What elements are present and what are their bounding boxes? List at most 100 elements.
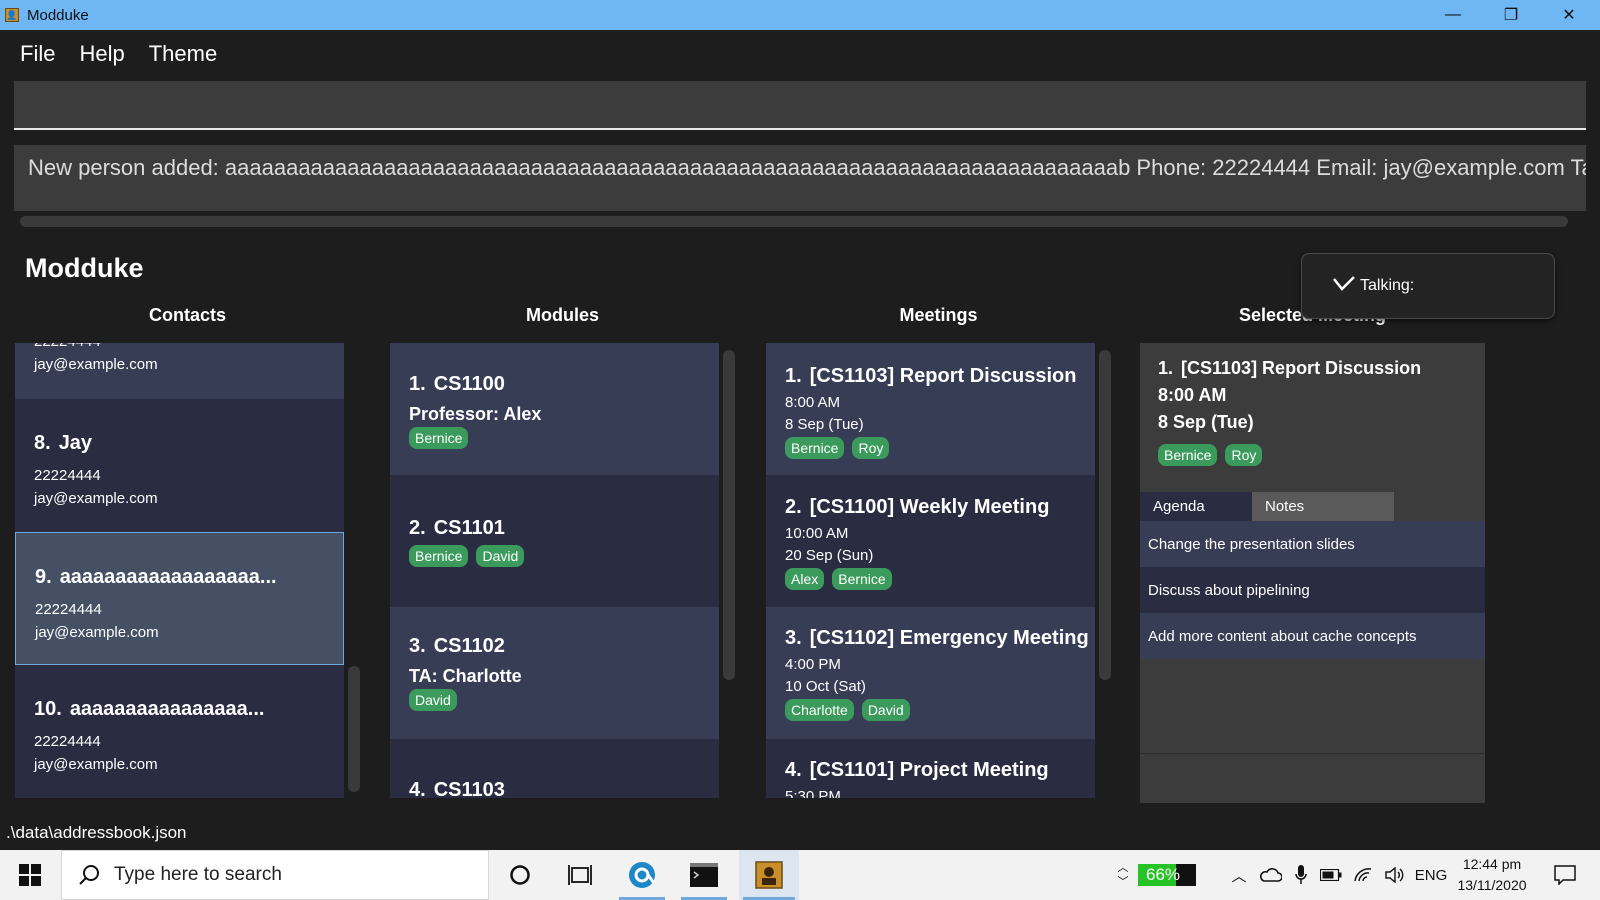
agenda-item[interactable]: Change the presentation slides: [1140, 521, 1485, 567]
app-icon: 👤: [5, 8, 19, 22]
minimize-icon: —: [1445, 6, 1461, 23]
tag: David: [476, 545, 525, 567]
module-code: 4. CS1103: [409, 779, 505, 798]
search-input[interactable]: [114, 864, 434, 886]
tab-agenda[interactable]: Agenda: [1140, 492, 1252, 521]
meeting-date: 8 Sep (Tue): [785, 416, 864, 433]
start-button[interactable]: [0, 850, 60, 900]
tag: Bernice: [1158, 444, 1218, 466]
close-icon: ✕: [1562, 7, 1576, 24]
task-view-icon: [568, 865, 592, 885]
language-indicator[interactable]: ENG: [1412, 850, 1450, 900]
contact-card[interactable]: 8. Jay 22224444 jay@example.com: [15, 399, 344, 532]
wifi-icon[interactable]: [1348, 850, 1378, 900]
contact-card[interactable]: 10. aaaaaaaaaaaaaaaa... 22224444 jay@exam…: [15, 665, 344, 798]
contact-email: jay@example.com: [34, 490, 158, 507]
module-tags: David: [409, 689, 457, 711]
meeting-title: 2. [CS1100] Weekly Meeting: [785, 496, 1050, 518]
clock-time: 12:44 pm: [1462, 856, 1522, 872]
modules-title: Modules: [525, 305, 599, 325]
meeting-title: 1. [CS1103] Report Discussion: [785, 365, 1077, 387]
chevron-up-icon: ︿: [1231, 867, 1247, 885]
menu-help[interactable]: Help: [79, 41, 124, 67]
tab-notes[interactable]: Notes: [1252, 492, 1394, 521]
battery-icon[interactable]: [1316, 850, 1346, 900]
contacts-scrollbar[interactable]: [348, 666, 360, 792]
menu-file[interactable]: File: [20, 41, 55, 67]
minimize-button[interactable]: —: [1424, 0, 1482, 30]
module-card[interactable]: 4. CS1103: [390, 739, 719, 798]
meetings-list: 1. [CS1103] Report Discussion 8:00 AM 8 S…: [766, 343, 1095, 798]
meeting-card[interactable]: 2. [CS1100] Weekly Meeting 10:00 AM 20 Se…: [766, 475, 1095, 607]
selected-meeting-tabs: Agenda Notes: [1140, 492, 1485, 521]
agenda-item[interactable]: Add more content about cache concepts: [1140, 613, 1485, 659]
contact-card-selected[interactable]: 9. aaaaaaaaaaaaaaaaaa... 22224444 jay@exa…: [15, 532, 344, 665]
meeting-date: 10 Oct (Sat): [785, 678, 866, 695]
agenda-item[interactable]: Discuss about pipelining: [1140, 567, 1485, 613]
taskbar: ︿ ﹀ 66% ︿ ENG 12:44 pm 13/11/2020: [0, 850, 1600, 900]
restore-icon: ❐: [1503, 7, 1519, 24]
meeting-card[interactable]: 1. [CS1103] Report Discussion 8:00 AM 8 S…: [766, 343, 1095, 475]
chevron-down-icon: ﹀: [1117, 876, 1129, 888]
show-hidden-icons[interactable]: ︿: [1224, 850, 1254, 900]
task-view-button[interactable]: [555, 850, 605, 900]
restore-button[interactable]: ❐: [1482, 0, 1540, 30]
module-tags: Bernice: [409, 427, 469, 449]
command-input[interactable]: [14, 81, 1586, 128]
taskbar-clock[interactable]: 12:44 pm 13/11/2020: [1452, 854, 1532, 896]
volume-icon[interactable]: [1380, 850, 1410, 900]
taskbar-app-modduke[interactable]: [739, 850, 799, 900]
cortana-button[interactable]: [495, 850, 545, 900]
windows-icon: [19, 864, 41, 886]
module-staff: Professor: Alex: [409, 404, 542, 424]
result-text: New person added: aaaaaaaaaaaaaaaaaaaaaa…: [28, 155, 1586, 180]
module-card[interactable]: 2. CS1101 Bernice David: [390, 475, 719, 607]
tag: Alex: [785, 568, 825, 590]
window-title: Modduke: [27, 6, 89, 24]
module-code: 3. CS1102: [409, 635, 505, 657]
meeting-tags: Charlotte David: [785, 699, 910, 721]
contact-name: 9. aaaaaaaaaaaaaaaaaa...: [35, 566, 277, 588]
menu-theme[interactable]: Theme: [149, 41, 217, 67]
meeting-time: 8:00 AM: [785, 394, 841, 411]
meeting-card[interactable]: 3. [CS1102] Emergency Meeting 4:00 PM 10 …: [766, 607, 1095, 739]
result-horizontal-scrollbar[interactable]: [20, 216, 1568, 227]
contact-name: 10. aaaaaaaaaaaaaaaa...: [34, 698, 265, 720]
meeting-tags: Bernice Roy: [785, 437, 890, 459]
microphone-icon[interactable]: [1288, 850, 1314, 900]
taskbar-app-browser[interactable]: [615, 850, 669, 900]
modduke-icon: [755, 861, 783, 889]
notification-center-button[interactable]: [1545, 850, 1585, 900]
module-card[interactable]: 3. CS1102 TA: Charlotte David: [390, 607, 719, 739]
tray-scroll-arrows[interactable]: ︿ ﹀: [1112, 850, 1134, 900]
contacts-title: Contacts: [148, 305, 226, 325]
taskbar-search[interactable]: [61, 850, 489, 900]
meetings-scrollbar[interactable]: [1099, 350, 1111, 680]
meeting-card[interactable]: 4. [CS1101] Project Meeting 5:30 PM: [766, 739, 1095, 798]
tag: David: [409, 689, 457, 711]
notification-icon: [1554, 865, 1576, 885]
meetings-title: Meetings: [899, 305, 978, 325]
close-button[interactable]: ✕: [1540, 0, 1598, 30]
module-tags: Bernice David: [409, 545, 525, 567]
chevron-down-icon: [1332, 275, 1356, 297]
tag: Roy: [852, 437, 890, 459]
battery-fill: 66%: [1138, 864, 1180, 886]
onedrive-icon[interactable]: [1256, 850, 1286, 900]
module-card[interactable]: 1. CS1100 Professor: Alex Bernice: [390, 343, 719, 475]
contacts-list: 22224444 jay@example.com 8.Jay 22224444 …: [15, 343, 344, 798]
modules-scrollbar[interactable]: [723, 350, 735, 680]
tag: Roy: [1225, 444, 1263, 466]
meeting-time: 10:00 AM: [785, 525, 849, 542]
selected-meeting-time: 8:00 AM: [1158, 385, 1227, 405]
browser-icon: [629, 862, 656, 888]
contact-card[interactable]: 22224444 jay@example.com: [15, 343, 344, 399]
tag: Bernice: [409, 427, 469, 449]
taskbar-app-terminal[interactable]: [677, 850, 731, 900]
result-display: New person added: aaaaaaaaaaaaaaaaaaaaaa…: [14, 145, 1586, 211]
battery-widget[interactable]: 66%: [1138, 864, 1196, 886]
contact-email: jay@example.com: [34, 356, 158, 373]
talking-popup[interactable]: Talking:: [1301, 253, 1555, 319]
window-titlebar: 👤 Modduke — ❐ ✕: [0, 0, 1600, 30]
selected-meeting-panel: 1. [CS1103] Report Discussion 8:00 AM 8 S…: [1140, 343, 1485, 803]
